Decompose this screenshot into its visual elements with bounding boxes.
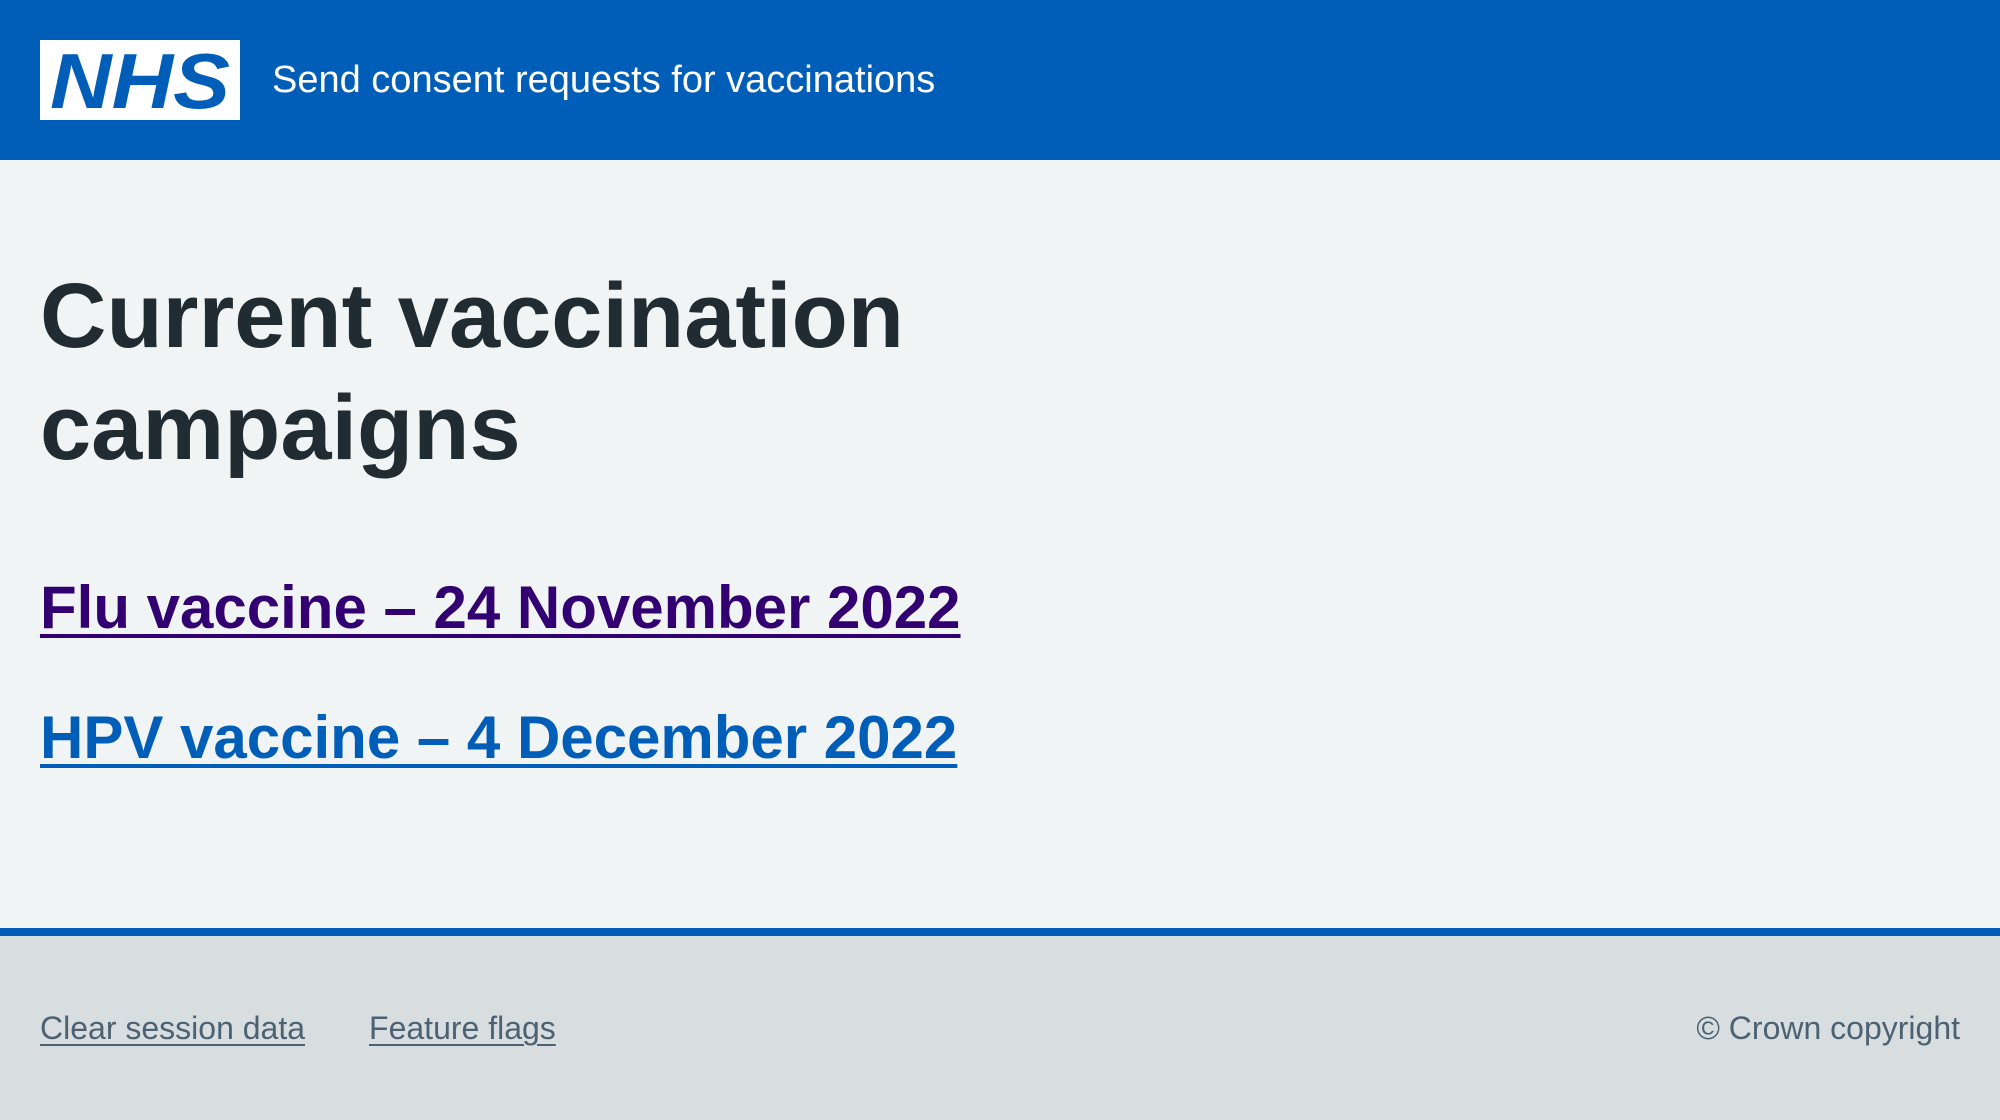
list-item: HPV vaccine – 4 December 2022 (40, 698, 961, 828)
site-footer: Clear session data Feature flags © Crown… (0, 928, 2000, 1120)
main-content: Current vaccination campaigns Flu vaccin… (0, 160, 2000, 928)
copyright-text: © Crown copyright (1696, 1010, 1960, 1046)
nhs-logo[interactable]: NHS (40, 40, 240, 120)
service-name-link[interactable]: Send consent requests for vaccinations (272, 56, 935, 104)
page-title: Current vaccination campaigns (40, 265, 904, 479)
list-item: Clear session data (40, 1008, 305, 1048)
campaign-link-hpv[interactable]: HPV vaccine – 4 December 2022 (40, 698, 957, 778)
clear-session-data-link[interactable]: Clear session data (40, 1010, 305, 1046)
list-item: Flu vaccine – 24 November 2022 (40, 568, 961, 698)
feature-flags-link[interactable]: Feature flags (369, 1010, 556, 1046)
nhs-logo-text: NHS (50, 40, 230, 120)
campaign-list: Flu vaccine – 24 November 2022 HPV vacci… (40, 568, 961, 828)
site-header: NHS Send consent requests for vaccinatio… (0, 0, 2000, 160)
footer-links: Clear session data Feature flags (40, 1008, 556, 1048)
campaign-link-flu[interactable]: Flu vaccine – 24 November 2022 (40, 568, 961, 648)
list-item: Feature flags (369, 1008, 556, 1048)
